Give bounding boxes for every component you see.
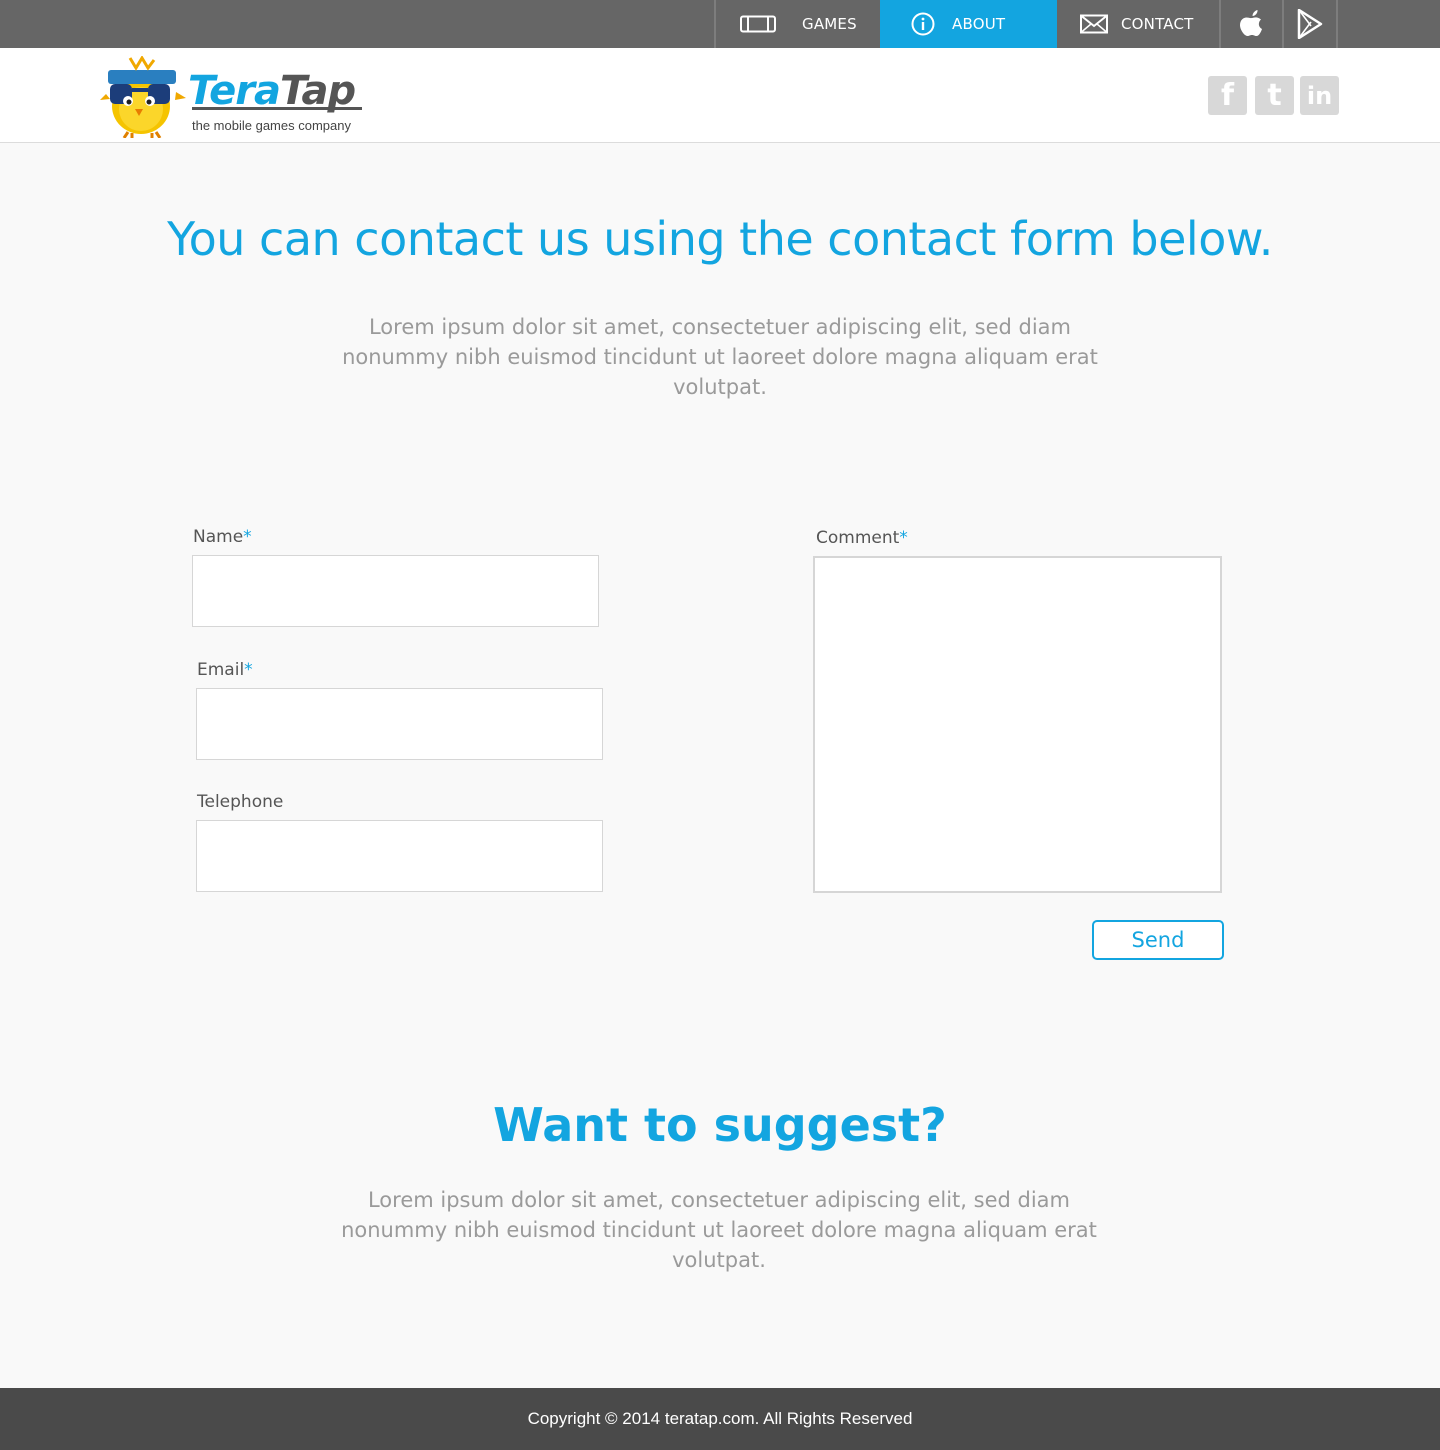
name-field[interactable] bbox=[192, 555, 599, 627]
play-store-icon bbox=[1297, 9, 1323, 39]
suggest-text: Lorem ipsum dolor sit amet, consectetuer… bbox=[341, 1188, 1097, 1272]
required-mark: * bbox=[244, 660, 253, 680]
site-footer: Copyright © 2014 teratap.com. All Rights… bbox=[0, 1388, 1440, 1450]
nav-games-label: GAMES bbox=[802, 15, 857, 33]
telephone-label: Telephone bbox=[197, 792, 283, 812]
comment-label-text: Comment bbox=[816, 528, 900, 548]
nav-about-label: ABOUT bbox=[952, 15, 1006, 33]
nav-about[interactable]: ABOUT bbox=[880, 0, 1057, 48]
email-label: Email* bbox=[197, 660, 253, 680]
info-icon bbox=[911, 12, 935, 36]
comment-label: Comment* bbox=[816, 528, 908, 548]
copyright-text: Copyright © 2014 teratap.com. All Rights… bbox=[527, 1409, 913, 1428]
apple-icon bbox=[1239, 9, 1265, 39]
nav-games[interactable]: GAMES bbox=[714, 0, 880, 48]
teratap-logo[interactable]: TeraTap the mobile games company bbox=[100, 56, 370, 138]
chick-mascot-icon bbox=[100, 56, 186, 138]
email-label-text: Email bbox=[197, 660, 245, 680]
name-label: Name* bbox=[193, 527, 252, 547]
telephone-field[interactable] bbox=[196, 820, 603, 892]
envelope-icon bbox=[1080, 14, 1108, 34]
linkedin-icon[interactable]: in bbox=[1300, 76, 1339, 115]
telephone-label-text: Telephone bbox=[197, 792, 284, 812]
brand-tagline: the mobile games company bbox=[192, 118, 351, 133]
required-mark: * bbox=[243, 527, 252, 547]
required-mark: * bbox=[899, 528, 908, 548]
send-button[interactable]: Send bbox=[1092, 920, 1224, 960]
intro-text: Lorem ipsum dolor sit amet, consectetuer… bbox=[342, 315, 1098, 399]
nav-contact[interactable]: CONTACT bbox=[1057, 0, 1219, 48]
site-header: TeraTap the mobile games company f t in bbox=[0, 48, 1440, 143]
top-nav-bar: GAMES ABOUT CONTACT bbox=[0, 0, 1440, 48]
twitter-icon[interactable]: t bbox=[1255, 76, 1294, 115]
email-field[interactable] bbox=[196, 688, 603, 760]
gamepad-icon bbox=[740, 15, 776, 33]
nav-play-store[interactable] bbox=[1282, 0, 1338, 48]
name-label-text: Name bbox=[193, 527, 244, 547]
facebook-icon[interactable]: f bbox=[1208, 76, 1247, 115]
nav-apple-store[interactable] bbox=[1219, 0, 1282, 48]
nav-contact-label: CONTACT bbox=[1121, 15, 1194, 33]
comment-field[interactable] bbox=[813, 556, 1222, 893]
suggest-heading: Want to suggest? bbox=[493, 1098, 947, 1152]
brand-underline bbox=[192, 107, 362, 110]
page-title: You can contact us using the contact for… bbox=[167, 212, 1273, 266]
